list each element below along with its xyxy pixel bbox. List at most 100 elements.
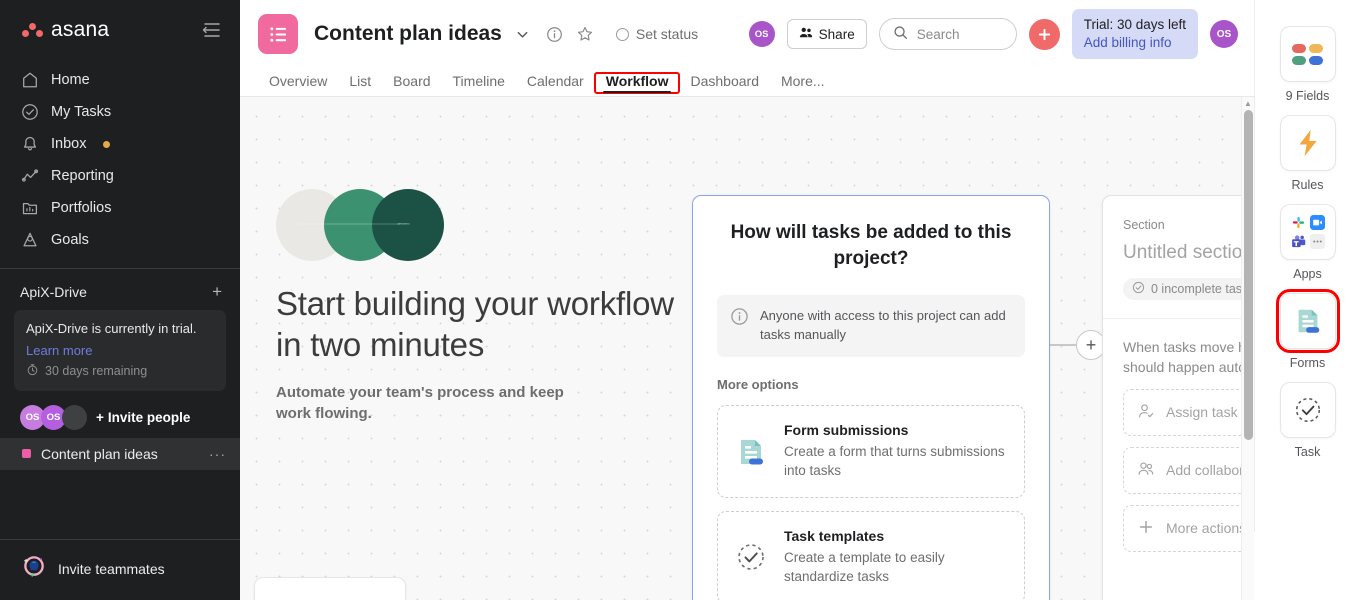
- search-placeholder-text: Search: [917, 27, 960, 42]
- search-icon: [893, 25, 908, 43]
- sidebar-item-home[interactable]: Home: [8, 64, 232, 96]
- tool-label: Rules: [1292, 178, 1324, 192]
- section-label: Section: [1123, 218, 1254, 232]
- tool-label: Forms: [1290, 356, 1325, 370]
- invite-teammates-button[interactable]: Invite teammates: [0, 540, 240, 600]
- section-option-add-collaborators[interactable]: Add collaborators: [1123, 447, 1254, 494]
- section-option-assign-task[interactable]: Assign task: [1123, 389, 1254, 436]
- set-status-button[interactable]: Set status: [616, 26, 698, 42]
- top-bar-right: OS Share Search Trial: 30: [749, 9, 1238, 59]
- trial-remaining-text: 30 days remaining: [45, 364, 147, 378]
- share-button[interactable]: Share: [787, 19, 867, 49]
- tool-task[interactable]: Task: [1280, 382, 1336, 459]
- tab-board[interactable]: Board: [382, 73, 441, 96]
- sidebar-item-portfolios[interactable]: Portfolios: [8, 192, 232, 224]
- sidebar-header: asana: [0, 0, 240, 52]
- stopwatch-icon: [26, 363, 39, 379]
- list-project-icon: [258, 14, 298, 54]
- set-status-label: Set status: [636, 26, 698, 42]
- tool-apps[interactable]: Apps: [1280, 204, 1336, 281]
- search-input[interactable]: Search: [879, 18, 1017, 50]
- tab-workflow[interactable]: Workflow: [595, 73, 680, 93]
- sidebar-spacer: [0, 470, 240, 539]
- sidebar-item-my-tasks[interactable]: My Tasks: [8, 96, 232, 128]
- tab-list[interactable]: List: [338, 73, 382, 96]
- fields-grid-icon: [1280, 26, 1336, 82]
- canvas-bottom-card[interactable]: [254, 577, 406, 600]
- hero-heading: Start building your workflow in two minu…: [276, 283, 676, 366]
- chart-line-icon: [20, 167, 39, 186]
- trial-days-label: Trial: 30 days left: [1084, 17, 1186, 32]
- invite-teammates-icon: [22, 554, 47, 584]
- flow-card-note: Anyone with access to this project can a…: [717, 295, 1025, 357]
- section-option-more-actions[interactable]: More actions: [1123, 505, 1254, 552]
- sidebar-item-inbox[interactable]: Inbox: [8, 128, 232, 160]
- flow-card-note-text: Anyone with access to this project can a…: [760, 307, 1012, 345]
- option-task-templates[interactable]: Task templates Create a template to easi…: [717, 511, 1025, 600]
- plus-icon: [1037, 27, 1052, 42]
- option-title: Task templates: [784, 528, 884, 544]
- learn-more-link[interactable]: Learn more: [26, 343, 214, 358]
- avatar-placeholder[interactable]: [62, 405, 87, 430]
- workflow-illustration-icon: [276, 189, 466, 261]
- project-name-label: Content plan ideas: [41, 446, 199, 462]
- option-form-submissions[interactable]: Form submissions Create a form that turn…: [717, 405, 1025, 498]
- collapse-sidebar-icon[interactable]: [200, 19, 222, 41]
- section-card[interactable]: Section Untitled section 0 incomplete ta…: [1102, 195, 1254, 600]
- invite-teammates-label: Invite teammates: [58, 561, 165, 577]
- collaborators-icon: [1137, 460, 1155, 481]
- option-text: Task templates Create a template to easi…: [784, 528, 1010, 587]
- canvas-scrollbar[interactable]: ▲: [1241, 97, 1254, 600]
- avatar[interactable]: OS: [749, 21, 775, 47]
- asana-app: asana Home My Tasks: [0, 0, 1360, 600]
- create-button[interactable]: [1029, 19, 1060, 50]
- section-option-label: More actions: [1166, 520, 1246, 536]
- section-option-label: Assign task: [1166, 404, 1238, 420]
- workflow-canvas[interactable]: Start building your workflow in two minu…: [240, 97, 1254, 600]
- option-text: Form submissions Create a form that turn…: [784, 422, 1010, 481]
- add-billing-info-link[interactable]: Add billing info: [1084, 35, 1172, 50]
- trial-remaining: 30 days remaining: [26, 363, 214, 379]
- user-avatar[interactable]: OS: [1210, 20, 1238, 48]
- tab-timeline[interactable]: Timeline: [442, 73, 516, 96]
- add-to-team-button[interactable]: +: [212, 283, 222, 300]
- section-name[interactable]: Untitled section: [1123, 242, 1254, 264]
- asana-logo[interactable]: asana: [22, 18, 109, 42]
- tab-dashboard[interactable]: Dashboard: [679, 73, 770, 96]
- incomplete-tasks-text: 0 incomplete tasks: [1151, 282, 1254, 296]
- option-title: Form submissions: [784, 422, 908, 438]
- project-more-icon[interactable]: ···: [209, 446, 226, 462]
- tab-calendar[interactable]: Calendar: [516, 73, 595, 96]
- scroll-up-icon[interactable]: ▲: [1242, 97, 1254, 110]
- tool-forms[interactable]: Forms: [1280, 293, 1336, 370]
- hero-subheading: Automate your team's process and keep wo…: [276, 382, 576, 426]
- tab-overview[interactable]: Overview: [258, 73, 338, 96]
- tool-fields[interactable]: 9 Fields: [1280, 26, 1336, 103]
- tab-more[interactable]: More...: [770, 73, 836, 96]
- tasks-added-card[interactable]: How will tasks be added to this project?…: [692, 195, 1050, 600]
- dashed-check-circle-icon: [1280, 382, 1336, 438]
- section-question: When tasks move here, what should happen…: [1123, 337, 1254, 378]
- hero-block: Start building your workflow in two minu…: [276, 189, 676, 425]
- sidebar-item-label: Goals: [51, 232, 89, 248]
- page-title: Content plan ideas: [314, 22, 502, 46]
- tool-rules[interactable]: Rules: [1280, 115, 1336, 192]
- info-circle-icon[interactable]: [544, 23, 566, 45]
- trial-billing-banner[interactable]: Trial: 30 days left Add billing info: [1072, 9, 1198, 59]
- chevron-down-icon[interactable]: [512, 23, 534, 45]
- apps-grid-icon: [1280, 204, 1336, 260]
- sidebar-item-label: Reporting: [51, 168, 114, 184]
- zoom-icon: [1310, 215, 1325, 230]
- sidebar-item-goals[interactable]: Goals: [8, 224, 232, 256]
- right-tools-panel: 9 Fields Rules: [1254, 0, 1360, 532]
- sidebar-item-reporting[interactable]: Reporting: [8, 160, 232, 192]
- sidebar-item-label: Home: [51, 72, 90, 88]
- top-bar: Content plan ideas Set status OS: [240, 0, 1254, 68]
- scrollbar-thumb[interactable]: [1244, 110, 1253, 440]
- assign-person-icon: [1137, 402, 1155, 423]
- star-icon[interactable]: [574, 23, 596, 45]
- sidebar-item-content-plan-ideas[interactable]: Content plan ideas ···: [0, 438, 240, 470]
- project-color-dot-icon: [22, 449, 31, 458]
- asana-logo-dots-icon: [22, 22, 44, 38]
- invite-people-button[interactable]: + Invite people: [96, 410, 190, 425]
